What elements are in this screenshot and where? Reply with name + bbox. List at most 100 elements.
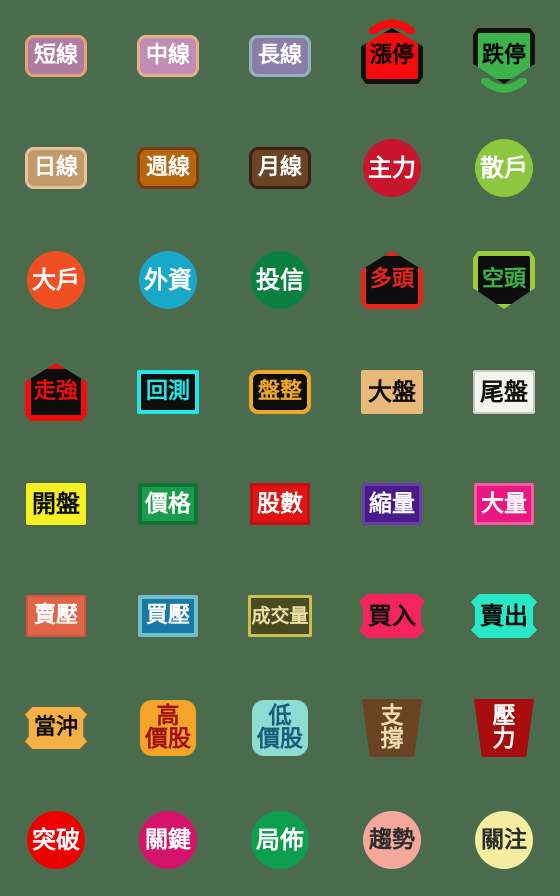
sticker-badge[interactable]: 大量 [474, 483, 534, 525]
sticker-di-jia-gu[interactable]: 低價股 [252, 700, 308, 756]
sticker-badge[interactable]: 大盤 [361, 370, 423, 414]
sticker-guan-zhu[interactable]: 關注 [475, 811, 533, 869]
sticker-badge[interactable]: 買入 [359, 594, 425, 638]
sticker-jia-ge[interactable]: 價格 [138, 483, 198, 525]
sticker-badge[interactable]: 開盤 [26, 483, 86, 525]
sticker-pan-zheng[interactable]: 盤整 [249, 370, 311, 414]
sticker-badge[interactable]: 盤整 [249, 370, 311, 414]
sticker-gao-jia-gu[interactable]: 高價股 [140, 700, 196, 756]
sticker-badge[interactable]: 投信 [251, 251, 309, 309]
sticker-badge[interactable]: 日線 [25, 147, 87, 189]
sticker-badge[interactable]: 關注 [475, 811, 533, 869]
sticker-badge[interactable]: 月線 [249, 147, 311, 189]
sticker-label: 價格 [145, 492, 191, 516]
sticker-mai-ya-buy[interactable]: 買壓 [138, 595, 198, 637]
sticker-hui-ce[interactable]: 回測 [137, 370, 199, 414]
sticker-badge[interactable]: 中線 [137, 35, 199, 77]
sticker-kong-tou[interactable]: 空頭 [473, 251, 535, 309]
sticker-badge[interactable]: 趨勢 [363, 811, 421, 869]
sticker-yue-xian[interactable]: 月線 [249, 147, 311, 189]
sticker-badge[interactable]: 關鍵 [139, 811, 197, 869]
sticker-duan-xian[interactable]: 短線 [25, 35, 87, 77]
sticker-badge[interactable]: 短線 [25, 35, 87, 77]
sticker-label: 長線 [258, 45, 302, 67]
sticker-da-pan[interactable]: 大盤 [361, 370, 423, 414]
sticker-label-line: 空頭 [481, 267, 526, 292]
sticker-badge[interactable]: 壓力 [474, 699, 534, 757]
sticker-die-ting[interactable]: 跌停 [473, 28, 535, 93]
sticker-mai-chu[interactable]: 賣出 [471, 594, 537, 638]
sticker-badge[interactable]: 成交量 [248, 595, 312, 637]
sticker-cell: 空頭 [448, 224, 560, 336]
sticker-label: 突破 [32, 828, 80, 852]
sticker-wai-zi[interactable]: 外資 [139, 251, 197, 309]
sticker-zhi-cheng[interactable]: 支撐 [362, 699, 422, 757]
sticker-dang-chong[interactable]: 當沖 [25, 707, 87, 749]
sticker-label: 關注 [481, 828, 527, 852]
sticker-badge[interactable]: 跌停 [473, 28, 535, 84]
sticker-badge[interactable]: 縮量 [362, 483, 422, 525]
sticker-cell: 壓力 [448, 672, 560, 784]
sticker-san-hu[interactable]: 散戶 [475, 139, 533, 197]
sticker-tu-po[interactable]: 突破 [27, 811, 85, 869]
sticker-zhou-xian[interactable]: 週線 [137, 147, 199, 189]
sticker-badge[interactable]: 散戶 [475, 139, 533, 197]
sticker-zhu-li[interactable]: 主力 [363, 139, 421, 197]
sticker-ju-bu[interactable]: 局佈 [251, 811, 309, 869]
sticker-badge[interactable]: 長線 [249, 35, 311, 77]
sticker-ri-xian[interactable]: 日線 [25, 147, 87, 189]
sticker-wei-pan[interactable]: 尾盤 [473, 370, 535, 414]
sticker-badge[interactable]: 外資 [139, 251, 197, 309]
sticker-cell: 跌停 [448, 0, 560, 112]
sticker-ya-li[interactable]: 壓力 [474, 699, 534, 757]
sticker-gu-shu[interactable]: 股數 [250, 483, 310, 525]
sticker-cell: 大戶 [0, 224, 112, 336]
sticker-guan-jian[interactable]: 關鍵 [139, 811, 197, 869]
sticker-badge[interactable]: 賣壓 [26, 595, 86, 637]
sticker-chang-xian[interactable]: 長線 [249, 35, 311, 77]
sticker-cell: 買入 [336, 560, 448, 672]
sticker-cell: 走強 [0, 336, 112, 448]
sticker-cell: 局佈 [224, 784, 336, 896]
sticker-cell: 大盤 [336, 336, 448, 448]
sticker-mai-ru[interactable]: 買入 [359, 594, 425, 638]
sticker-badge[interactable]: 價格 [138, 483, 198, 525]
sticker-cheng-jiao[interactable]: 成交量 [248, 595, 312, 637]
sticker-mai-ya[interactable]: 賣壓 [26, 595, 86, 637]
sticker-badge[interactable]: 突破 [27, 811, 85, 869]
sticker-badge[interactable]: 多頭 [361, 251, 423, 309]
sticker-badge[interactable]: 走強 [25, 363, 87, 421]
sticker-label-line: 走強 [33, 379, 78, 404]
sticker-label-line: 趨勢 [369, 826, 415, 853]
sticker-duo-tou[interactable]: 多頭 [361, 251, 423, 309]
sticker-badge[interactable]: 漲停 [361, 28, 423, 84]
sticker-badge[interactable]: 賣出 [471, 594, 537, 638]
sticker-badge[interactable]: 局佈 [251, 811, 309, 869]
sticker-qu-shi[interactable]: 趨勢 [363, 811, 421, 869]
sticker-label-line: 突破 [32, 826, 80, 854]
sticker-badge[interactable]: 高價股 [140, 700, 196, 756]
sticker-label: 散戶 [480, 156, 528, 180]
sticker-label: 關鍵 [145, 828, 191, 852]
sticker-badge[interactable]: 回測 [137, 370, 199, 414]
sticker-badge[interactable]: 主力 [363, 139, 421, 197]
sticker-badge[interactable]: 尾盤 [473, 370, 535, 414]
sticker-zou-qiang[interactable]: 走強 [25, 363, 87, 421]
sticker-badge[interactable]: 支撐 [362, 699, 422, 757]
sticker-da-liang[interactable]: 大量 [474, 483, 534, 525]
sticker-badge[interactable]: 低價股 [252, 700, 308, 756]
sticker-badge[interactable]: 股數 [250, 483, 310, 525]
sticker-tou-xin[interactable]: 投信 [251, 251, 309, 309]
sticker-cell: 突破 [0, 784, 112, 896]
sticker-badge[interactable]: 週線 [137, 147, 199, 189]
sticker-cell: 股數 [224, 448, 336, 560]
sticker-badge[interactable]: 當沖 [25, 707, 87, 749]
sticker-da-hu[interactable]: 大戶 [27, 251, 85, 309]
sticker-badge[interactable]: 大戶 [27, 251, 85, 309]
sticker-suo-liang[interactable]: 縮量 [362, 483, 422, 525]
sticker-zhong-xian[interactable]: 中線 [137, 35, 199, 77]
sticker-zhang-ting[interactable]: 漲停 [361, 19, 423, 84]
sticker-kai-pan[interactable]: 開盤 [26, 483, 86, 525]
sticker-badge[interactable]: 買壓 [138, 595, 198, 637]
sticker-badge[interactable]: 空頭 [473, 251, 535, 309]
